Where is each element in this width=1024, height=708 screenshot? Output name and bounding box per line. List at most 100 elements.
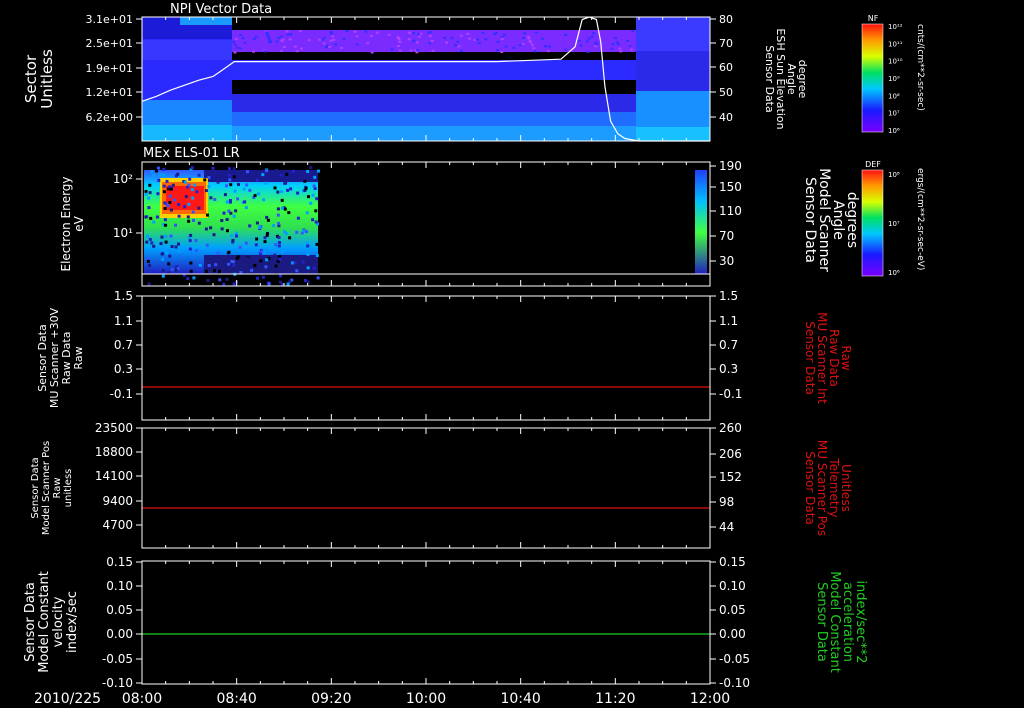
els-speckle-cell: [291, 169, 295, 173]
npi-speckle-cell: [353, 30, 357, 33]
els-speckle-cell: [234, 209, 238, 213]
npi-speckle-cell: [626, 39, 630, 42]
els-speckle-cell: [211, 166, 215, 170]
els-speckle-cell: [315, 197, 319, 201]
els-speckle-cell: [144, 192, 148, 196]
panel-2-ylabel-line-1: Electron Energy: [59, 176, 73, 271]
npi-speckle-cell: [330, 32, 334, 35]
panel-5-right-label: Sensor Data Model Constant acceleration …: [814, 571, 868, 673]
els-speckle-cell: [305, 241, 309, 245]
panel-3-frame: [141, 295, 711, 421]
npi-speckle-cell: [619, 50, 623, 53]
npi-speckle-cell: [618, 47, 622, 50]
panel-2-title: MEx ELS-01 LR: [143, 146, 240, 161]
panel-3-time-ticks: [141, 296, 711, 420]
els-speckle-cell: [262, 198, 266, 202]
panel-3-left-tick-label: 1.1: [114, 314, 133, 328]
npi-speckle-cell: [484, 38, 488, 41]
npi-speckle-cell: [541, 37, 545, 40]
npi-speckle-cell: [243, 41, 247, 44]
els-speckle-cell: [234, 231, 238, 235]
els-speckle-cell: [176, 172, 180, 176]
els-speckle-cell: [207, 185, 211, 188]
els-speckle-cell: [237, 183, 240, 186]
els-speckle-cell: [152, 220, 156, 224]
npi-speckle-cell: [398, 49, 402, 52]
colorbar-nf-tick-label: 10⁶: [888, 127, 900, 135]
npi-speckle-cell: [280, 49, 284, 52]
els-speckle-cell: [148, 191, 152, 195]
npi-speckle-cell: [522, 37, 525, 39]
els-speckle-cell: [255, 221, 259, 225]
els-speckle-cell: [223, 193, 227, 197]
npi-speckle-cell: [564, 33, 568, 36]
els-speckle-cell: [283, 230, 287, 234]
panel-4-right-tick-label: 260: [719, 421, 742, 435]
panel-1-left-tick-label: 1.2e+01: [86, 86, 133, 99]
els-speckle-cell: [161, 252, 165, 256]
colorbar-def-ticks: 10⁸ 10⁷ 10⁶: [888, 171, 900, 277]
npi-speckle-cell: [614, 37, 618, 40]
npi-speckle-cell: [460, 50, 463, 53]
npi-speckle-cell: [412, 32, 416, 34]
els-speckle-cell: [264, 265, 268, 269]
panel-1-left-tick-label: 3.1e+01: [86, 13, 133, 26]
els-speckle-cell: [214, 263, 218, 267]
els-speckle-cell: [283, 207, 287, 211]
els-speckle-cell: [302, 229, 306, 233]
els-speckle-cell: [155, 169, 158, 173]
els-speckle-cell: [293, 261, 297, 265]
els-speckle-cell: [231, 260, 235, 264]
els-speckle-cell: [165, 251, 168, 255]
els-speckle-cell: [186, 215, 190, 219]
npi-speckle-cell: [267, 37, 271, 40]
npi-speckle-cell: [390, 48, 394, 51]
els-end-data: [695, 170, 707, 274]
els-speckle-cell: [167, 262, 171, 266]
els-speckle-cell: [246, 170, 249, 174]
npi-speckle-cell: [502, 33, 506, 36]
panel-3-left-tick-label: -0.1: [110, 387, 133, 401]
els-speckle-cell: [171, 183, 175, 187]
els-speckle-cell: [264, 169, 268, 173]
els-speckle-cell: [311, 193, 315, 197]
npi-speckle-cell: [408, 31, 412, 34]
panel-3-right-tick-label: 1.5: [719, 289, 738, 303]
panel-2-right-tick-label: 110: [719, 204, 742, 218]
panel-2-rlabel-line-4: degrees: [844, 192, 860, 248]
els-speckle-cell: [191, 196, 195, 200]
npi-speckle-cell: [375, 31, 379, 34]
npi-speckle-cell: [592, 32, 596, 35]
els-speckle-cell: [150, 170, 154, 174]
npi-speckle-cell: [611, 43, 615, 46]
panel-1-left-tick-label: 1.9e+01: [86, 62, 133, 75]
els-speckle-cell: [246, 174, 250, 177]
els-speckle-cell: [255, 178, 259, 182]
npi-speckle-cell: [232, 40, 236, 43]
els-speckle-cell: [168, 194, 172, 198]
panel-5-ylabel-line-3: velocity: [51, 596, 66, 647]
els-speckle-cell: [276, 190, 280, 194]
els-speckle-cell: [232, 214, 236, 218]
panel-4-left-tick-label: 18800: [95, 445, 133, 459]
els-speckle-cell: [258, 225, 262, 229]
els-speckle-cell: [188, 177, 192, 181]
spectrogram-band-right-lowblue: [232, 112, 636, 126]
panel-1-title: NPI Vector Data: [170, 2, 272, 17]
els-speckle-cell: [306, 252, 310, 256]
npi-speckle-cell: [628, 44, 632, 47]
els-speckle-cell: [306, 280, 310, 284]
els-speckle-cell: [245, 183, 249, 187]
els-speckle-cell: [313, 175, 317, 179]
els-speckle-cell: [197, 173, 201, 177]
els-speckle-cell: [228, 178, 232, 182]
els-speckle-cell: [164, 240, 168, 244]
multi-panel-plot: NPI Vector Data 3.1e+012.5e+011.9e+011.2: [22, 2, 925, 707]
npi-speckle-cell: [427, 31, 431, 34]
els-speckle-cell: [189, 233, 193, 237]
npi-speckle-cell: [532, 47, 536, 50]
npi-speckle-cell: [409, 49, 413, 52]
panel-5-right-tick-label: -0.10: [719, 676, 750, 690]
els-speckle-cell: [277, 222, 281, 225]
panel-1-right-tick-label: 40: [719, 111, 733, 124]
